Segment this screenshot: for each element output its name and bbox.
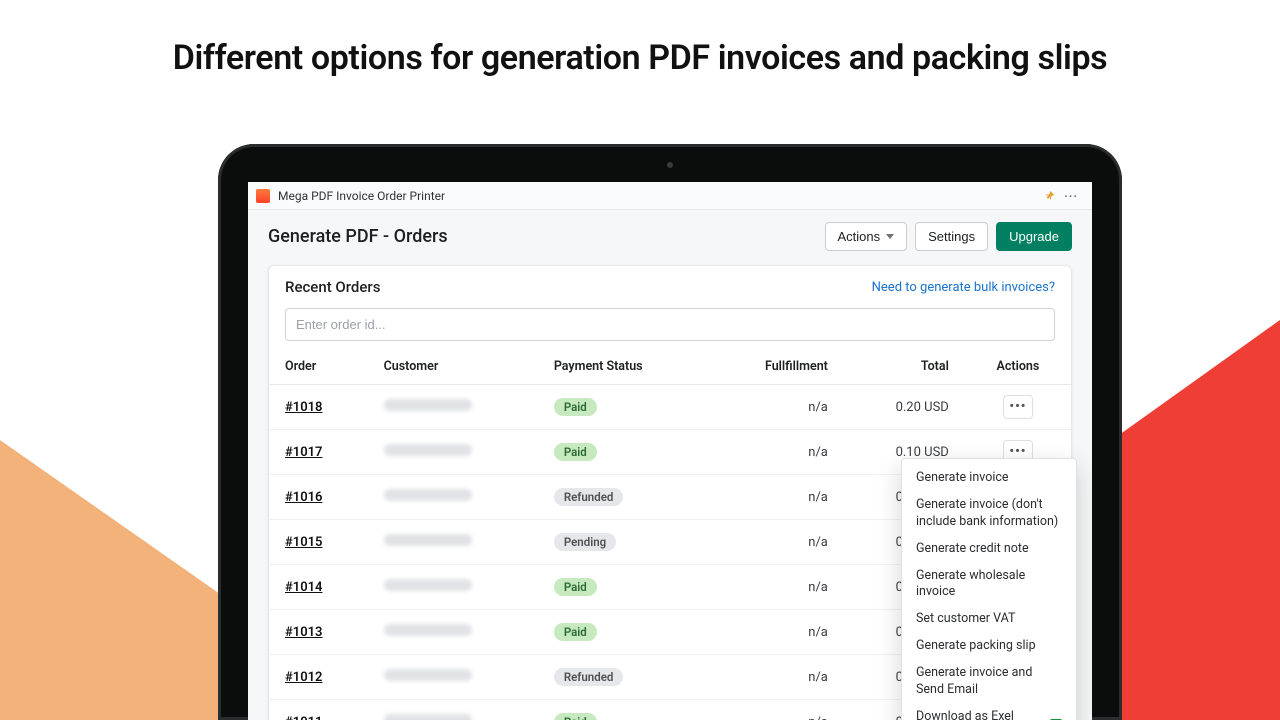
status-badge: Paid xyxy=(554,623,597,641)
status-badge: Pending xyxy=(554,533,616,551)
row-actions-dropdown: Generate invoiceGenerate invoice (don't … xyxy=(901,458,1077,720)
blurred-name xyxy=(384,579,472,591)
actions-dropdown-button[interactable]: Actions xyxy=(825,222,908,251)
fulfillment-cell: n/a xyxy=(709,430,844,475)
status-badge: Refunded xyxy=(554,668,624,686)
app-titlebar: Mega PDF Invoice Order Printer ··· xyxy=(248,182,1092,210)
order-id-link[interactable]: #1018 xyxy=(269,385,368,430)
col-fulfillment: Fullfillment xyxy=(709,349,844,385)
dropdown-item[interactable]: Download as Exel document xyxy=(902,704,1076,720)
customer-cell xyxy=(368,520,538,565)
customer-cell xyxy=(368,385,538,430)
col-payment-status: Payment Status xyxy=(538,349,709,385)
fulfillment-cell: n/a xyxy=(709,385,844,430)
blurred-name xyxy=(384,489,472,501)
blurred-name xyxy=(384,624,472,636)
fulfillment-cell: n/a xyxy=(709,475,844,520)
col-total: Total xyxy=(844,349,965,385)
fulfillment-cell: n/a xyxy=(709,565,844,610)
dropdown-item[interactable]: Generate invoice and Send Email xyxy=(902,660,1076,704)
col-customer: Customer xyxy=(368,349,538,385)
blurred-name xyxy=(384,714,472,720)
table-row: #1018 Paid n/a0.20 USD ••• xyxy=(269,385,1071,430)
dropdown-item[interactable]: Generate credit note xyxy=(902,536,1076,563)
dropdown-item[interactable]: Generate wholesale invoice xyxy=(902,563,1076,607)
chevron-down-icon xyxy=(886,234,894,239)
page-title: Generate PDF - Orders xyxy=(268,226,448,247)
customer-cell xyxy=(368,655,538,700)
settings-button[interactable]: Settings xyxy=(915,222,988,251)
window-menu-icon[interactable]: ··· xyxy=(1064,189,1078,203)
col-order: Order xyxy=(269,349,368,385)
fulfillment-cell: n/a xyxy=(709,520,844,565)
recent-orders-card: Recent Orders Need to generate bulk invo… xyxy=(268,265,1072,720)
status-badge: Refunded xyxy=(554,488,624,506)
customer-cell xyxy=(368,475,538,520)
device-frame: Mega PDF Invoice Order Printer ··· Gener… xyxy=(218,144,1122,720)
status-badge: Paid xyxy=(554,713,597,720)
customer-cell xyxy=(368,430,538,475)
pin-icon[interactable] xyxy=(1044,190,1056,202)
order-id-link[interactable]: #1011 xyxy=(269,700,368,720)
order-id-link[interactable]: #1016 xyxy=(269,475,368,520)
fulfillment-cell: n/a xyxy=(709,655,844,700)
status-badge: Paid xyxy=(554,443,597,461)
payment-status-cell: Refunded xyxy=(538,475,709,520)
app-title: Mega PDF Invoice Order Printer xyxy=(278,189,445,203)
customer-cell xyxy=(368,610,538,655)
payment-status-cell: Paid xyxy=(538,610,709,655)
upgrade-button[interactable]: Upgrade xyxy=(996,222,1072,251)
total-cell: 0.20 USD xyxy=(844,385,965,430)
search-input[interactable] xyxy=(285,308,1055,341)
order-id-link[interactable]: #1017 xyxy=(269,430,368,475)
fulfillment-cell: n/a xyxy=(709,610,844,655)
blurred-name xyxy=(384,534,472,546)
blurred-name xyxy=(384,399,472,411)
app-icon xyxy=(256,189,270,203)
row-actions-button[interactable]: ••• xyxy=(1003,395,1033,419)
page-headline: Different options for generation PDF inv… xyxy=(0,38,1280,78)
fulfillment-cell: n/a xyxy=(709,700,844,720)
col-actions: Actions xyxy=(965,349,1071,385)
payment-status-cell: Refunded xyxy=(538,655,709,700)
customer-cell xyxy=(368,565,538,610)
payment-status-cell: Paid xyxy=(538,700,709,720)
camera-dot xyxy=(667,162,673,168)
status-badge: Paid xyxy=(554,578,597,596)
payment-status-cell: Paid xyxy=(538,430,709,475)
dropdown-item[interactable]: Set customer VAT xyxy=(902,606,1076,633)
dropdown-item[interactable]: Generate packing slip xyxy=(902,633,1076,660)
order-id-link[interactable]: #1014 xyxy=(269,565,368,610)
order-id-link[interactable]: #1013 xyxy=(269,610,368,655)
dropdown-item[interactable]: Generate invoice xyxy=(902,465,1076,492)
status-badge: Paid xyxy=(554,398,597,416)
recent-orders-title: Recent Orders xyxy=(285,278,380,296)
order-id-link[interactable]: #1015 xyxy=(269,520,368,565)
order-id-link[interactable]: #1012 xyxy=(269,655,368,700)
customer-cell xyxy=(368,700,538,720)
payment-status-cell: Paid xyxy=(538,385,709,430)
payment-status-cell: Pending xyxy=(538,520,709,565)
bulk-invoices-link[interactable]: Need to generate bulk invoices? xyxy=(872,280,1055,295)
dropdown-item[interactable]: Generate invoice (don't include bank inf… xyxy=(902,492,1076,536)
payment-status-cell: Paid xyxy=(538,565,709,610)
blurred-name xyxy=(384,669,472,681)
blurred-name xyxy=(384,444,472,456)
